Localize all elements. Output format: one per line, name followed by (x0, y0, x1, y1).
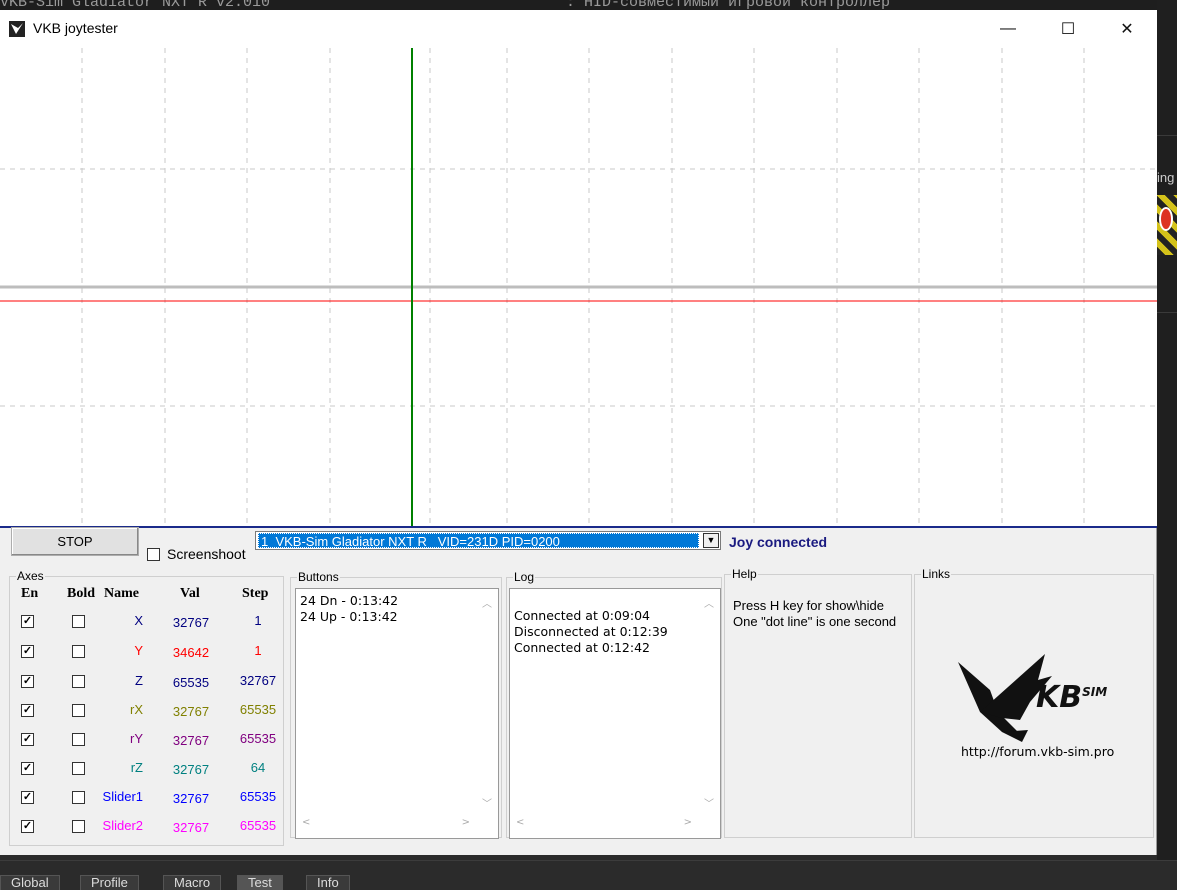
background-app-right-edge: ing (1157, 0, 1177, 860)
buttons-group-label: Buttons (297, 570, 340, 584)
background-partial-label: ing (1157, 170, 1175, 185)
maximize-button[interactable]: ☐ (1038, 10, 1098, 48)
axis-name: rX (130, 702, 143, 717)
window-title: VKB joytester (33, 20, 118, 36)
axis-enable-checkbox[interactable]: ✓ (21, 762, 34, 775)
axis-value: 32767 (172, 733, 210, 748)
close-button[interactable]: ✕ (1097, 10, 1157, 48)
device-select[interactable]: 1 VKB-Sim Gladiator NXT R VID=231D PID=0… (255, 531, 721, 550)
scroll-left-icon[interactable]: < (302, 817, 310, 828)
links-group-label: Links (921, 567, 952, 581)
list-item: Connected at 0:09:04 (514, 608, 651, 623)
axis-bold-checkbox[interactable] (72, 733, 85, 746)
screenshot-label: Screenshoot (167, 546, 246, 562)
logo-text: KB (1036, 680, 1083, 715)
axis-name: rY (130, 731, 143, 746)
axis-bold-checkbox[interactable] (72, 762, 85, 775)
list-item: 24 Dn - 0:13:42 (300, 593, 399, 608)
scroll-right-icon[interactable]: > (684, 817, 692, 828)
background-subtitle-text: : HID-совместимый игровой контроллер (566, 0, 891, 10)
axis-step: 65535 (239, 702, 277, 717)
vkb-sim-logo[interactable]: KBSIM (950, 650, 1120, 745)
axis-value: 32767 (172, 615, 210, 630)
axis-enable-checkbox[interactable]: ✓ (21, 645, 34, 658)
axis-name: Slider2 (102, 818, 143, 833)
chevron-down-icon[interactable]: ▼ (703, 533, 719, 548)
buttons-event-list[interactable]: 24 Dn - 0:13:42 24 Up - 0:13:42 ︿ ﹀ < > (295, 588, 499, 839)
axis-step: 1 (254, 643, 262, 658)
axis-step: 65535 (239, 789, 277, 804)
axis-value: 32767 (172, 762, 210, 777)
help-text-line: One "dot line" is one second (733, 614, 897, 629)
axes-header-en: En (21, 586, 39, 601)
list-item: 24 Up - 0:13:42 (300, 609, 398, 624)
axis-enable-checkbox[interactable]: ✓ (21, 791, 34, 804)
minimize-button[interactable]: — (978, 10, 1038, 48)
screenshot-checkbox[interactable] (147, 548, 160, 561)
forum-link[interactable]: http://forum.vkb-sim.pro (961, 744, 1114, 759)
axis-enable-checkbox[interactable]: ✓ (21, 733, 34, 746)
axis-step: 1 (254, 613, 262, 628)
axis-name: Slider1 (102, 789, 143, 804)
axis-bold-checkbox[interactable] (72, 704, 85, 717)
axis-plot-grid (0, 48, 1157, 526)
stop-button[interactable]: STOP (11, 527, 139, 556)
axes-header-name: Name (104, 586, 139, 601)
logo-sup: SIM (1082, 685, 1108, 699)
axis-value: 32767 (172, 791, 210, 806)
scroll-right-icon[interactable]: > (462, 817, 470, 828)
scroll-down-icon[interactable]: ﹀ (482, 795, 492, 810)
axis-value: 32767 (172, 704, 210, 719)
axes-header-step: Step (242, 586, 269, 601)
axis-value: 65535 (172, 675, 210, 690)
help-text-line: Press H key for show\hide (733, 598, 885, 613)
background-title-text: VKB-Sim Gladiator NXT R v2.010 (0, 0, 271, 10)
device-select-value: 1 VKB-Sim Gladiator NXT R VID=231D PID=0… (258, 533, 699, 549)
emergency-stop-icon (1157, 195, 1177, 255)
axis-name: X (134, 613, 143, 628)
axis-enable-checkbox[interactable]: ✓ (21, 675, 34, 688)
list-item: Connected at 0:12:42 (514, 640, 651, 655)
axis-value: 32767 (172, 820, 210, 835)
axis-enable-checkbox[interactable]: ✓ (21, 820, 34, 833)
axis-value: 34642 (172, 645, 210, 660)
axis-step: 65535 (239, 818, 277, 833)
log-group-label: Log (513, 570, 536, 584)
axes-header-bold: Bold (67, 586, 96, 601)
axis-bold-checkbox[interactable] (72, 675, 85, 688)
axis-name: Z (135, 673, 143, 688)
log-list[interactable]: Connected at 0:09:04 Disconnected at 0:1… (509, 588, 721, 839)
axis-bold-checkbox[interactable] (72, 615, 85, 628)
help-group-label: Help (731, 567, 758, 581)
connection-status: Joy connected (729, 534, 828, 550)
axis-plot-area (0, 48, 1157, 526)
axis-enable-checkbox[interactable]: ✓ (21, 704, 34, 717)
axis-bold-checkbox[interactable] (72, 791, 85, 804)
axis-name: rZ (130, 760, 143, 775)
scroll-up-icon[interactable]: ︿ (704, 595, 714, 610)
plot-bottom-border (0, 526, 1157, 528)
scroll-left-icon[interactable]: < (516, 817, 524, 828)
axes-group-label: Axes (16, 569, 45, 583)
background-tab-bar: Global Profile Macro Test Info (0, 860, 1177, 890)
axis-bold-checkbox[interactable] (72, 645, 85, 658)
axis-step: 32767 (239, 673, 277, 688)
title-bar[interactable]: VKB joytester — ☐ ✕ (0, 10, 1157, 48)
axis-name: Y (134, 643, 143, 658)
scroll-up-icon[interactable]: ︿ (482, 595, 492, 610)
axes-header-val: Val (180, 586, 200, 601)
axis-enable-checkbox[interactable]: ✓ (21, 615, 34, 628)
list-item: Disconnected at 0:12:39 (514, 624, 668, 639)
scroll-down-icon[interactable]: ﹀ (704, 795, 714, 810)
axis-bold-checkbox[interactable] (72, 820, 85, 833)
axis-step: 65535 (239, 731, 277, 746)
axis-step: 64 (250, 760, 266, 775)
vkb-app-icon (9, 21, 25, 37)
background-app-header: VKB-Sim Gladiator NXT R v2.010 : HID-сов… (0, 0, 1177, 10)
